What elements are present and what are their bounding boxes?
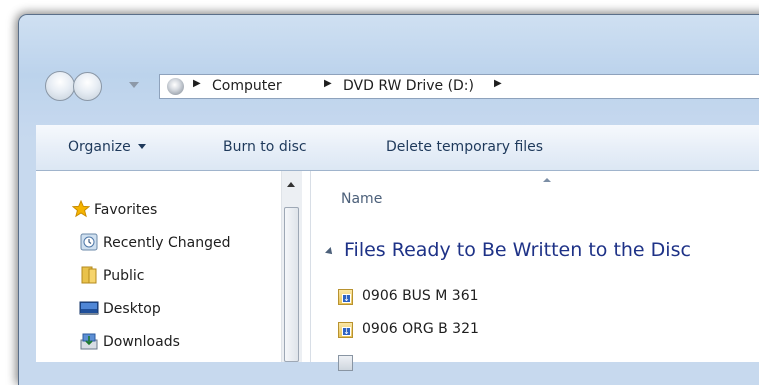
chevron-down-icon — [137, 144, 146, 149]
back-button[interactable] — [45, 71, 75, 101]
group-collapse-icon[interactable] — [325, 247, 335, 257]
organize-button[interactable]: Organize — [68, 139, 146, 155]
scroll-up-icon[interactable] — [287, 182, 295, 187]
forward-button[interactable] — [73, 72, 102, 101]
pending-burn-file-icon: ↓ — [338, 289, 353, 305]
pending-burn-file-icon: ↓ — [338, 322, 353, 338]
desktop-icon — [79, 301, 99, 315]
sidebar-item-favorites[interactable]: Favorites — [94, 202, 157, 218]
breadcrumb-separator-icon[interactable]: ▶ — [494, 78, 502, 89]
navigation-pane: Favorites Recently Changed Public Deskto… — [36, 171, 311, 362]
breadcrumb-separator-icon[interactable]: ▶ — [193, 78, 201, 89]
scroll-thumb[interactable] — [284, 207, 299, 362]
sort-ascending-icon — [543, 178, 551, 182]
sidebar-item-downloads[interactable]: Downloads — [103, 334, 180, 350]
organize-label: Organize — [68, 139, 131, 155]
sidebar-item-public[interactable]: Public — [103, 268, 144, 284]
command-bar: Organize Burn to disc Delete temporary f… — [36, 125, 759, 171]
recent-pages-chevron-icon[interactable] — [129, 82, 139, 88]
downloads-icon — [80, 333, 98, 350]
delete-temporary-files-button[interactable]: Delete temporary files — [386, 139, 543, 155]
folder-icon — [81, 266, 97, 284]
file-name: 0906 ORG B 321 — [362, 321, 479, 337]
document-icon — [338, 355, 353, 371]
breadcrumb-computer[interactable]: Computer — [212, 78, 282, 94]
column-header-name[interactable]: Name — [341, 191, 382, 207]
computer-disc-icon — [167, 78, 184, 95]
sidebar-item-recently-changed[interactable]: Recently Changed — [103, 235, 309, 251]
star-icon — [72, 200, 90, 218]
recent-places-icon — [80, 233, 98, 251]
breadcrumb-dvd-drive[interactable]: DVD RW Drive (D:) — [343, 78, 474, 94]
breadcrumb-separator-icon[interactable]: ▶ — [324, 78, 332, 89]
group-header[interactable]: Files Ready to Be Written to the Disc — [344, 239, 691, 261]
file-list: Name Files Ready to Be Written to the Di… — [311, 171, 759, 371]
sidebar-item-desktop[interactable]: Desktop — [103, 301, 161, 317]
navigation-pane-scrollbar[interactable] — [281, 171, 302, 362]
burn-to-disc-button[interactable]: Burn to disc — [223, 139, 307, 155]
address-bar[interactable]: ▶ Computer ▶ DVD RW Drive (D:) ▶ — [159, 74, 759, 99]
file-name: 0906 BUS M 361 — [362, 288, 479, 304]
